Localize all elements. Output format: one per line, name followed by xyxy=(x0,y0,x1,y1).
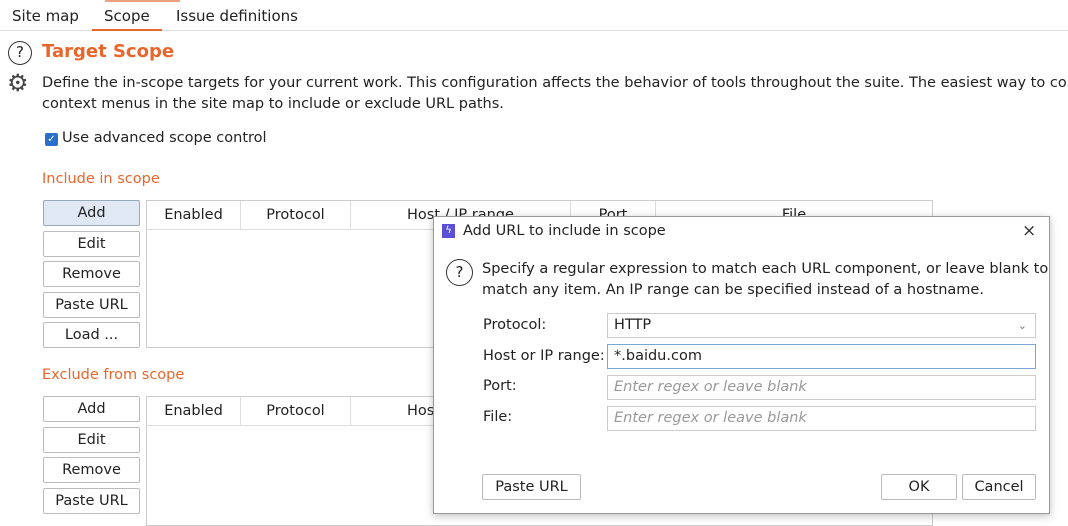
help-icon: ? xyxy=(446,259,473,286)
file-input[interactable]: Enter regex or leave blank xyxy=(607,406,1036,431)
burp-app-icon: ϟ xyxy=(442,224,455,238)
column-header[interactable]: Enabled xyxy=(147,397,241,425)
protocol-select[interactable]: HTTP ⌄ xyxy=(607,313,1036,338)
exclude-paste-url-button[interactable]: Paste URL xyxy=(43,488,140,514)
dialog-info: Specify a regular expression to match ea… xyxy=(482,259,1048,301)
exclude-heading: Exclude from scope xyxy=(42,367,185,383)
cancel-button[interactable]: Cancel xyxy=(962,474,1036,500)
tab-scope[interactable]: Scope xyxy=(92,0,162,31)
tab-bar: Site map Scope Issue definitions xyxy=(0,0,1068,31)
host-input[interactable]: *.baidu.com xyxy=(607,344,1036,369)
tab-issue-definitions[interactable]: Issue definitions xyxy=(164,0,310,31)
port-input[interactable]: Enter regex or leave blank xyxy=(607,375,1036,400)
tab-highlight xyxy=(105,0,180,2)
description-line: Define the in-scope targets for your cur… xyxy=(42,75,1068,91)
protocol-value: HTTP xyxy=(614,317,652,333)
page-description: Define the in-scope targets for your cur… xyxy=(42,73,1068,115)
info-line: Specify a regular expression to match ea… xyxy=(482,261,1049,277)
tab-site-map[interactable]: Site map xyxy=(0,0,91,31)
advanced-scope-checkbox[interactable]: ✓ xyxy=(45,133,58,146)
exclude-edit-button[interactable]: Edit xyxy=(43,427,140,453)
exclude-add-button[interactable]: Add xyxy=(43,396,140,422)
port-label: Port: xyxy=(483,378,517,394)
ok-button[interactable]: OK xyxy=(881,474,957,500)
file-label: File: xyxy=(483,409,513,425)
protocol-label: Protocol: xyxy=(483,317,547,333)
info-line: match any item. An IP range can be speci… xyxy=(482,282,984,298)
include-edit-button[interactable]: Edit xyxy=(43,231,140,257)
column-header[interactable]: Protocol xyxy=(241,397,351,425)
add-url-dialog: ϟ Add URL to include in scope × ? Specif… xyxy=(433,216,1050,514)
close-icon[interactable]: × xyxy=(1022,217,1036,246)
include-paste-url-button[interactable]: Paste URL xyxy=(43,292,140,318)
dialog-titlebar: ϟ Add URL to include in scope × xyxy=(434,217,1049,246)
host-label: Host or IP range: xyxy=(483,348,605,364)
dialog-title: Add URL to include in scope xyxy=(463,223,666,239)
help-icon[interactable]: ? xyxy=(8,41,32,65)
include-heading: Include in scope xyxy=(42,171,160,187)
include-add-button[interactable]: Add xyxy=(43,200,140,226)
advanced-scope-label: Use advanced scope control xyxy=(62,130,267,146)
description-line: context menus in the site map to include… xyxy=(42,96,504,112)
page-title: Target Scope xyxy=(42,41,175,62)
column-header[interactable]: Protocol xyxy=(241,201,351,229)
gear-icon[interactable]: ⚙ xyxy=(7,70,29,96)
chevron-down-icon: ⌄ xyxy=(1017,319,1027,332)
include-load-button[interactable]: Load ... xyxy=(43,322,140,348)
column-header[interactable]: Enabled xyxy=(147,201,241,229)
include-remove-button[interactable]: Remove xyxy=(43,261,140,287)
paste-url-button[interactable]: Paste URL xyxy=(482,474,581,500)
exclude-remove-button[interactable]: Remove xyxy=(43,457,140,483)
